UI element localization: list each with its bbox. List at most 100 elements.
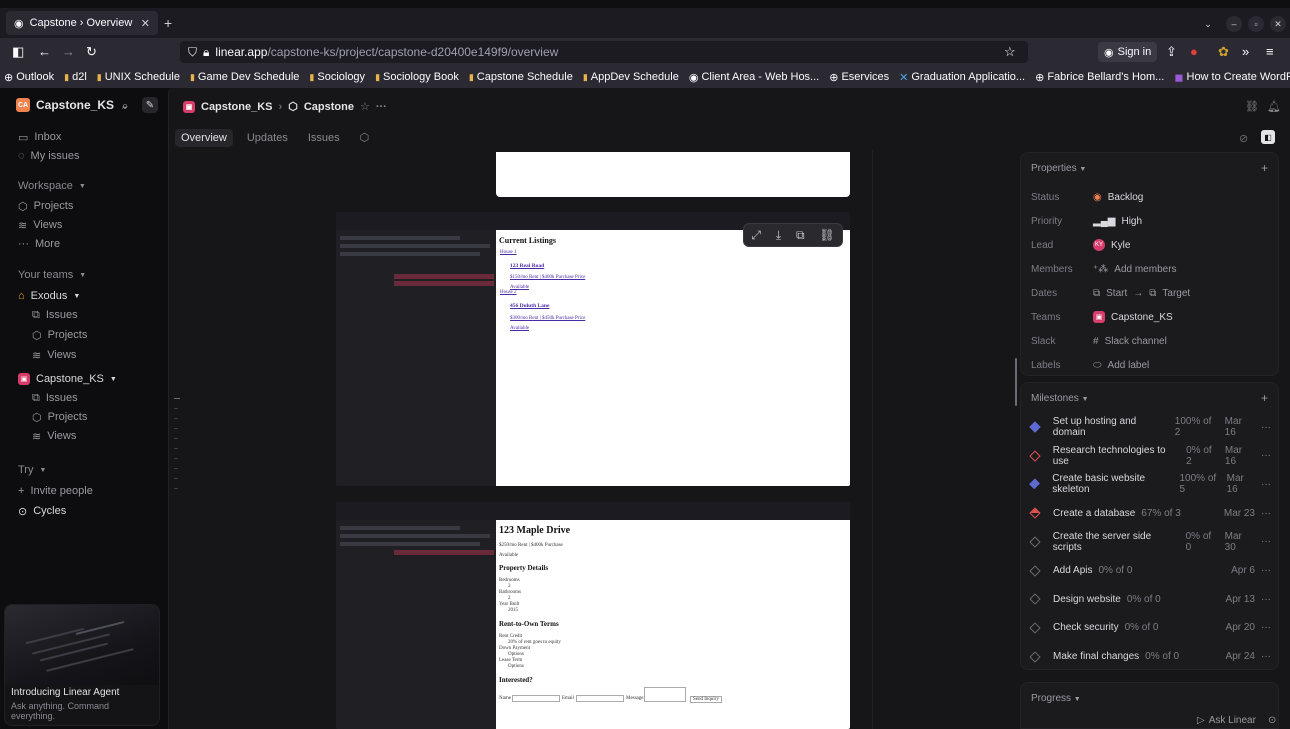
milestone-more-icon[interactable]: ··· [1261, 450, 1271, 461]
bookmark-item[interactable]: ▮ AppDev Schedule [583, 71, 679, 83]
maximize-icon[interactable]: ▫ [1248, 16, 1264, 32]
milestone-row[interactable]: Set up hosting and domain 100% of 2 Mar 16… [1029, 416, 1271, 438]
bookmark-item[interactable]: ▮ Capstone Schedule [469, 71, 573, 83]
bookmark-item[interactable]: ▮ UNIX Schedule [97, 71, 180, 83]
status-icon[interactable]: ⊘ [1239, 132, 1248, 145]
sidebar-item-capstone-projects[interactable]: ⬡ Projects [32, 408, 87, 426]
sidebar-item-my-issues[interactable]: ◌ My issues [18, 147, 79, 165]
add-milestone-icon[interactable]: + [1261, 391, 1268, 405]
workspace-switcher[interactable]: CA Capstone_KS ⌄ [16, 98, 130, 112]
extension-icon[interactable]: ✿ [1218, 44, 1229, 60]
minimize-icon[interactable]: – [1226, 16, 1242, 32]
embedded-screenshot-detail[interactable]: 123 Maple Drive $250/mo Rent | $400k Pur… [336, 502, 850, 729]
bookmark-item[interactable]: ⊕ Eservices [829, 71, 889, 84]
list-tabs-icon[interactable]: ⌄ [1200, 16, 1216, 32]
milestone-more-icon[interactable]: ··· [1261, 565, 1271, 576]
milestone-more-icon[interactable]: ··· [1261, 422, 1271, 433]
sidebar-team-capstone[interactable]: ▣ Capstone_KS ▼ [18, 370, 117, 388]
property-status[interactable]: Status ◉ Backlog [1031, 189, 1271, 205]
help-icon[interactable]: ⊙ [1268, 715, 1276, 726]
sign-in-button[interactable]: ◉ Sign in [1098, 42, 1158, 62]
sidebar-section-workspace[interactable]: Workspace ▼ [18, 177, 86, 195]
bookmark-item[interactable]: ▮ Sociology [309, 71, 365, 83]
milestone-more-icon[interactable]: ··· [1261, 508, 1271, 519]
bookmark-item[interactable]: ✕ Graduation Applicatio... [899, 71, 1025, 84]
add-tab-icon[interactable]: ⬡ [354, 128, 376, 147]
forward-icon[interactable]: → [62, 44, 75, 59]
notifications-icon[interactable]: 🔔︎ [1267, 100, 1281, 113]
ask-linear-button[interactable]: ▷ Ask Linear ⊙ [1197, 715, 1276, 726]
breadcrumb-team[interactable]: Capstone_KS [201, 101, 273, 113]
copy-icon[interactable]: ⧉ [796, 228, 805, 243]
sidebar-team-exodus[interactable]: ⌂ Exodus ▼ [18, 287, 80, 305]
favorite-star-icon[interactable]: ☆ [360, 100, 370, 113]
sidebar-item-capstone-views[interactable]: ≋ Views [32, 427, 76, 445]
toggle-panel-icon[interactable]: ◧ [1261, 130, 1275, 144]
back-icon[interactable]: ← [38, 44, 51, 59]
milestone-row[interactable]: Create a database 67% of 3 Mar 23 ··· [1029, 505, 1271, 521]
properties-title[interactable]: Properties ▼ [1031, 163, 1086, 174]
sidebar-item-projects[interactable]: ⬡ Projects [18, 197, 73, 215]
bookmark-item[interactable]: ▮ Game Dev Schedule [190, 71, 299, 83]
bookmark-item[interactable]: ◉ Client Area - Web Hos... [689, 71, 819, 84]
new-tab-icon[interactable]: + [164, 15, 172, 31]
search-icon[interactable]: ⌕ [122, 100, 128, 113]
bookmark-item[interactable]: ▮ Sociology Book [375, 71, 459, 83]
milestone-row[interactable]: Add Apis 0% of 0 Apr 6 ··· [1029, 563, 1271, 579]
menu-icon[interactable]: ≡ [1266, 44, 1274, 59]
milestone-row[interactable]: Create basic website skeleton 100% of 5 Ma… [1029, 473, 1271, 495]
url-bar[interactable]: ⛉ 🔒︎ linear.app/capstone-ks/project/caps… [180, 41, 1028, 63]
more-options-icon[interactable]: ··· [376, 101, 387, 113]
sidebar-section-try[interactable]: Try ▼ [18, 461, 46, 479]
sidebar-item-more[interactable]: ··· More [18, 235, 60, 253]
bookmark-item[interactable]: ⊕ Fabrice Bellard's Hom... [1035, 71, 1164, 84]
property-labels[interactable]: Labels ⬭ Add label [1031, 357, 1271, 373]
breadcrumb-project[interactable]: Capstone [304, 101, 354, 113]
tab-overview[interactable]: Overview [175, 128, 233, 147]
embedded-screenshot-listings[interactable]: Current Listings House 1 123 Real Road $… [336, 212, 850, 486]
milestone-row[interactable]: Create the server side scripts 0% of 0 Mar… [1029, 531, 1271, 553]
new-issue-icon[interactable]: ✎ [142, 97, 158, 113]
minimap[interactable] [169, 398, 181, 498]
milestone-row[interactable]: Design website 0% of 0 Apr 13 ··· [1029, 591, 1271, 607]
milestone-more-icon[interactable]: ··· [1261, 536, 1271, 547]
bookmark-item[interactable]: ▮ d2l [64, 71, 87, 83]
bookmark-star-icon[interactable]: ☆ [1004, 44, 1016, 60]
property-priority[interactable]: Priority ▂▄▆ High [1031, 213, 1271, 229]
milestone-more-icon[interactable]: ··· [1261, 479, 1271, 490]
property-members[interactable]: Members ⁺⁂ Add members [1031, 261, 1271, 277]
embedded-image-top[interactable] [496, 152, 850, 197]
milestone-row[interactable]: Check security 0% of 0 Apr 20 ··· [1029, 620, 1271, 636]
sidebar-item-capstone-issues[interactable]: ⧉ Issues [32, 389, 78, 407]
sidebar-item-cycles[interactable]: ⊙ Cycles [18, 502, 66, 520]
share-icon[interactable]: ⇪ [1166, 44, 1177, 60]
add-property-icon[interactable]: + [1261, 161, 1268, 175]
tab-updates[interactable]: Updates [241, 129, 294, 147]
sidebar-item-inbox[interactable]: ▭ Inbox [18, 128, 61, 146]
sidebar-item-exodus-projects[interactable]: ⬡ Projects [32, 326, 87, 344]
property-dates[interactable]: Dates ⧉ Start → ⧉ Target [1031, 285, 1271, 301]
reload-icon[interactable]: ↻ [86, 44, 97, 60]
browser-tab[interactable]: ◉ Capstone › Overview ✕ [6, 11, 158, 35]
milestone-more-icon[interactable]: ··· [1261, 594, 1271, 605]
milestone-row[interactable]: Research technologies to use 0% of 2 Mar 1… [1029, 445, 1271, 467]
sidebar-item-invite[interactable]: + Invite people [18, 482, 93, 500]
overflow-icon[interactable]: » [1242, 44, 1249, 59]
download-icon[interactable]: ⤓ [776, 228, 781, 243]
expand-icon[interactable]: ⤢ [751, 228, 761, 243]
property-teams[interactable]: Teams ▣ Capstone_KS [1031, 309, 1271, 325]
linear-agent-promo[interactable]: Introducing Linear Agent Ask anything. C… [4, 604, 160, 726]
link-icon[interactable]: ⛓ [819, 228, 834, 242]
sidebar-section-your-teams[interactable]: Your teams ▼ [18, 266, 86, 284]
bookmark-item[interactable]: ◼ How to Create WordP... [1174, 71, 1290, 84]
close-window-icon[interactable]: ✕ [1270, 16, 1286, 32]
sidebar-toggle-icon[interactable]: ◧ [12, 44, 24, 60]
scrollbar[interactable] [1015, 358, 1017, 406]
tab-issues[interactable]: Issues [302, 129, 346, 147]
close-tab-icon[interactable]: ✕ [141, 17, 150, 30]
progress-title[interactable]: Progress ▼ [1031, 693, 1081, 704]
property-slack[interactable]: Slack # Slack channel [1031, 333, 1271, 349]
milestones-title[interactable]: Milestones ▼ [1031, 393, 1089, 404]
ublock-icon[interactable]: ● [1190, 44, 1198, 59]
sidebar-item-exodus-issues[interactable]: ⧉ Issues [32, 306, 78, 324]
